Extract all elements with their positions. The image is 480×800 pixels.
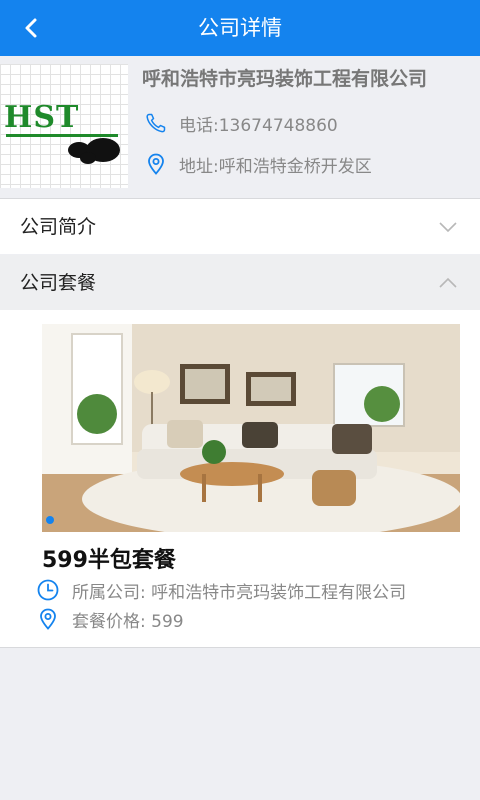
package-price-row: 套餐价格: 599 [36,606,466,632]
accordion-company-packages[interactable]: 公司套餐 [0,255,480,310]
address-text: 呼和浩特金桥开发区 [218,157,372,177]
living-room-image [42,324,460,532]
phone-label: 电话: [179,116,219,136]
logo-underline [6,134,118,137]
address-label: 地址: [179,157,219,177]
accordion-label: 公司套餐 [20,272,97,294]
accordion-label: 公司简介 [20,216,97,238]
address-row[interactable]: 地址:呼和浩特金桥开发区 [144,150,474,178]
package-company-label: 所属公司: [72,583,146,603]
package-photo[interactable] [42,324,460,532]
carousel-indicator[interactable] [46,516,54,524]
page-title: 公司详情 [198,16,282,40]
accordion-company-intro[interactable]: 公司简介 [0,199,480,254]
phone-number: 13674748860 [218,116,338,136]
chevron-down-icon [439,222,457,233]
package-company-row: 所属公司: 呼和浩特市亮玛装饰工程有限公司 [36,577,466,603]
location-pin-icon [40,608,56,630]
company-header: HST 呼和浩特市亮玛装饰工程有限公司 电话:13674748860 地址:呼和… [0,56,480,198]
package-price: 599 [151,612,184,632]
phone-row[interactable]: 电话:13674748860 [144,109,474,137]
company-logo: HST [0,64,128,188]
logo-text: HST [4,100,80,135]
back-button[interactable] [12,8,52,48]
package-title[interactable]: 599半包套餐 [42,542,176,574]
package-price-label: 套餐价格: [72,612,146,632]
package-company-name: 呼和浩特市亮玛装饰工程有限公司 [151,583,407,603]
package-card: 599半包套餐 所属公司: 呼和浩特市亮玛装饰工程有限公司 套餐价格: 599 [0,310,480,647]
divider [0,647,480,648]
top-bar: 公司详情 [0,0,480,56]
logo-blob [80,152,96,164]
chevron-left-icon [25,18,37,38]
company-name: 呼和浩特市亮玛装饰工程有限公司 [142,68,428,90]
clock-icon [37,579,59,601]
chevron-up-icon [439,277,457,288]
phone-icon [146,113,166,133]
location-pin-icon [148,153,164,175]
